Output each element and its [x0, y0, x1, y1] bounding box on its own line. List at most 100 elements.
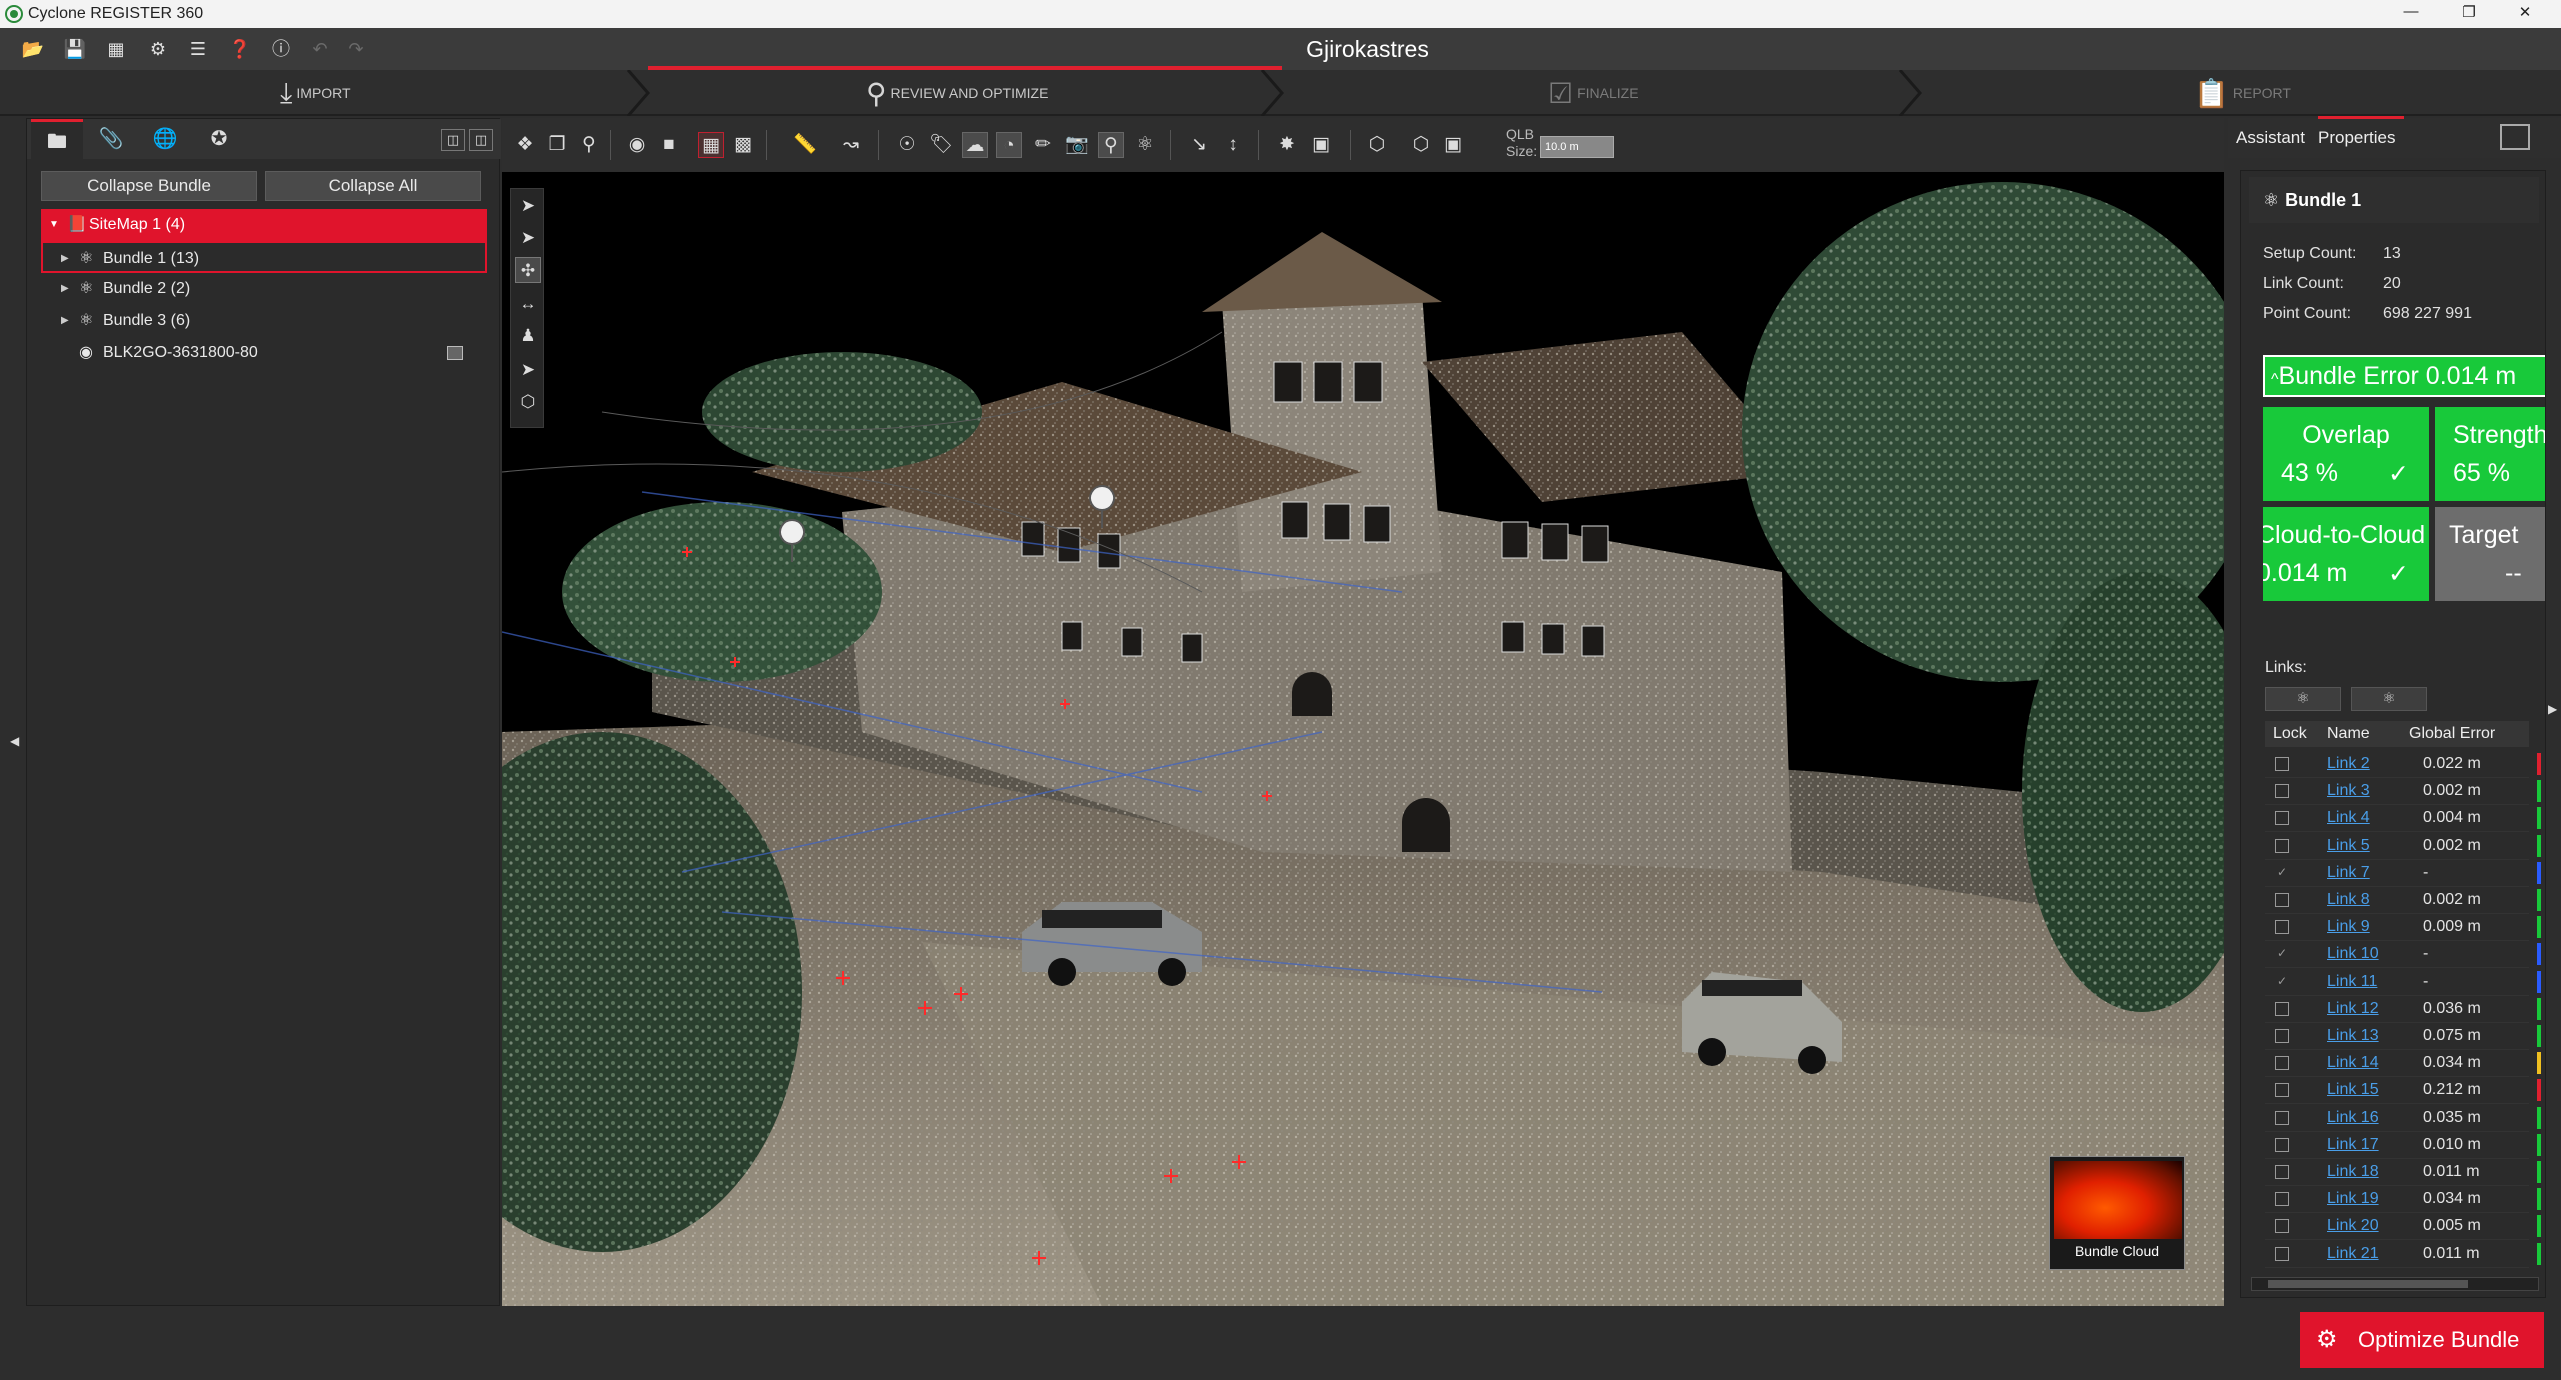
qlb-m-icon[interactable]: ▣ — [1440, 132, 1466, 158]
link-row[interactable]: Link 8 0.002 m — [2265, 887, 2541, 914]
tab-globe-icon[interactable]: 🌐 — [139, 119, 191, 159]
link-row[interactable]: Link 12 0.036 m — [2265, 996, 2541, 1023]
cloud-icon[interactable]: ☁ — [962, 132, 988, 158]
qlb-size-input[interactable]: 10.0 m — [1540, 136, 1614, 158]
link-row[interactable]: Link 16 0.035 m — [2265, 1105, 2541, 1132]
bundle-cloud-thumbnail[interactable]: Bundle Cloud — [2049, 1156, 2185, 1270]
link-name[interactable]: Link 18 — [2327, 1163, 2379, 1181]
level-icon[interactable]: ↕ — [1220, 132, 1246, 158]
bundle-error-banner[interactable]: ^Bundle Error 0.014 m — [2263, 355, 2545, 397]
region-select-icon[interactable]: ▣ — [1308, 132, 1334, 158]
tab-properties[interactable]: Properties — [2318, 128, 2395, 148]
workflow-step-report[interactable]: 📋 REPORT — [2194, 70, 2291, 116]
link-row[interactable]: Link 9 0.009 m — [2265, 914, 2541, 942]
lock-checkbox[interactable] — [2275, 1029, 2289, 1043]
link-name[interactable]: Link 20 — [2327, 1217, 2379, 1235]
column-global-error[interactable]: Global Error — [2409, 725, 2495, 743]
expand-arrow-icon[interactable]: ▶ — [61, 243, 69, 275]
link-row[interactable]: Link 3 0.002 m — [2265, 778, 2541, 806]
render-icon[interactable]: ✸ — [1274, 132, 1300, 158]
link-name[interactable]: Link 8 — [2327, 891, 2370, 909]
link-name[interactable]: Link 5 — [2327, 837, 2370, 855]
expand-arrow-icon[interactable]: ▶ — [61, 273, 69, 305]
lock-checkbox[interactable] — [2275, 1056, 2289, 1071]
target-icon[interactable]: ☉ — [894, 132, 920, 158]
expand-arrow-icon[interactable]: ▶ — [61, 305, 69, 337]
link-row[interactable]: Link 4 0.004 m — [2265, 805, 2541, 833]
lock-checkbox[interactable] — [2275, 1246, 2289, 1261]
link-row[interactable]: Link 2 0.022 m — [2265, 751, 2541, 778]
link-row[interactable]: Link 5 0.002 m — [2265, 833, 2541, 860]
select-multi-pointer-icon[interactable]: ➤ — [515, 225, 541, 251]
link-row[interactable]: Link 15 0.212 m — [2265, 1077, 2541, 1105]
lock-checkbox[interactable] — [2275, 920, 2289, 935]
ruler-icon[interactable]: ↝ — [838, 132, 864, 158]
tab-attachments-icon[interactable]: 📎 — [85, 119, 137, 159]
tree-item-bundle-1[interactable]: ▶ ⚛ Bundle 1 (13) — [41, 241, 487, 273]
lock-checkbox[interactable] — [2275, 1110, 2289, 1125]
lock-checkbox[interactable] — [2275, 811, 2289, 826]
lock-checkbox[interactable] — [2275, 1137, 2289, 1152]
collapse-left-panel-icon[interactable]: ◀ — [10, 734, 20, 748]
zoom-fit-icon[interactable]: ⚲ — [576, 132, 602, 158]
link-row[interactable]: ✓ Link 7 - — [2265, 860, 2541, 887]
tag-icon[interactable]: 🏷 — [928, 132, 954, 158]
column-lock[interactable]: Lock — [2273, 725, 2307, 743]
link-name[interactable]: Link 11 — [2327, 973, 2377, 991]
lock-checkbox[interactable]: ✓ — [2275, 866, 2289, 880]
image-thumbnail-icon[interactable] — [447, 346, 463, 360]
tab-sitemaps-icon[interactable]: 🖿 — [31, 119, 83, 159]
limit-box-icon[interactable]: ▦ — [698, 132, 724, 158]
select-setups-icon[interactable]: ❖ — [512, 132, 538, 158]
link-name[interactable]: Link 12 — [2327, 1000, 2379, 1018]
tree-item-bundle-2[interactable]: ▶ ⚛ Bundle 2 (2) — [41, 273, 487, 305]
tile-overlap[interactable]: Overlap 43 % ✓ — [2263, 407, 2429, 501]
link-name[interactable]: Link 19 — [2327, 1190, 2379, 1208]
link-name[interactable]: Link 9 — [2327, 918, 2370, 936]
optimize-bundle-button[interactable]: ⚙ Optimize Bundle — [2300, 1312, 2544, 1368]
link-name[interactable]: Link 2 — [2327, 755, 2370, 773]
link-row[interactable]: Link 13 0.075 m — [2265, 1023, 2541, 1050]
lock-checkbox[interactable]: ✓ — [2275, 947, 2289, 961]
expand-arrow-icon[interactable]: ▼ — [49, 209, 59, 241]
fly-arrow-icon[interactable]: ➤ — [515, 357, 541, 383]
lock-checkbox[interactable]: ✓ — [2275, 975, 2289, 989]
select-pointer-icon[interactable]: ➤ — [515, 193, 541, 219]
workflow-step-review[interactable]: ⚲ REVIEW AND OPTIMIZE — [866, 70, 1048, 116]
link-row[interactable]: Link 21 0.011 m — [2265, 1241, 2541, 1268]
link-row[interactable]: ✓ Link 10 - — [2265, 941, 2541, 969]
box-icon[interactable]: ■ — [656, 132, 682, 158]
workflow-step-import[interactable]: ⤓ IMPORT — [280, 70, 351, 116]
link-name[interactable]: Link 4 — [2327, 809, 2370, 827]
link-name[interactable]: Link 21 — [2327, 1245, 2379, 1263]
close-button[interactable]: ✕ — [2514, 3, 2536, 25]
qlb-cube-icon[interactable]: ⬡ — [1408, 132, 1434, 158]
sphere-icon[interactable]: ◔ — [996, 132, 1022, 158]
collapse-bundle-button[interactable]: Collapse Bundle — [41, 171, 257, 201]
lock-checkbox[interactable] — [2275, 1192, 2289, 1207]
horizontal-scrollbar[interactable] — [2251, 1277, 2539, 1291]
view-cube-icon[interactable]: ⬡ — [515, 389, 541, 415]
layout-split-icon[interactable]: ◫ — [441, 129, 465, 151]
link-row[interactable]: ✓ Link 11 - — [2265, 969, 2541, 996]
link-name[interactable]: Link 3 — [2327, 782, 2370, 800]
view-cube-icon[interactable]: ⬡ — [1364, 132, 1390, 158]
camera-icon[interactable]: 📷 — [1064, 132, 1090, 158]
orbit-icon[interactable]: ✣ — [515, 257, 541, 283]
maximize-button[interactable]: ❐ — [2458, 3, 2480, 25]
point-cloud-viewport[interactable] — [502, 172, 2224, 1306]
column-name[interactable]: Name — [2327, 725, 2370, 743]
dock-panel-icon[interactable] — [2500, 124, 2530, 150]
workflow-step-finalize[interactable]: ☑ FINALIZE — [1548, 70, 1639, 116]
link-row[interactable]: Link 14 0.034 m — [2265, 1050, 2541, 1078]
tree-item-bundle-3[interactable]: ▶ ⚛ Bundle 3 (6) — [41, 305, 487, 337]
lock-checkbox[interactable] — [2275, 1001, 2289, 1016]
lock-checkbox[interactable] — [2275, 838, 2289, 853]
collapse-right-panel-icon[interactable]: ▶ — [2548, 702, 2558, 716]
link-name[interactable]: Link 16 — [2327, 1109, 2379, 1127]
lock-links-button[interactable]: ⚛ — [2265, 687, 2341, 711]
link-row[interactable]: Link 20 0.005 m — [2265, 1213, 2541, 1241]
tree-item-setup[interactable]: ◉ BLK2GO-3631800-80 — [41, 337, 487, 369]
tree-item-sitemap-1[interactable]: ▼ 📕 SiteMap 1 (4) — [41, 209, 487, 241]
link-name[interactable]: Link 10 — [2327, 945, 2379, 963]
